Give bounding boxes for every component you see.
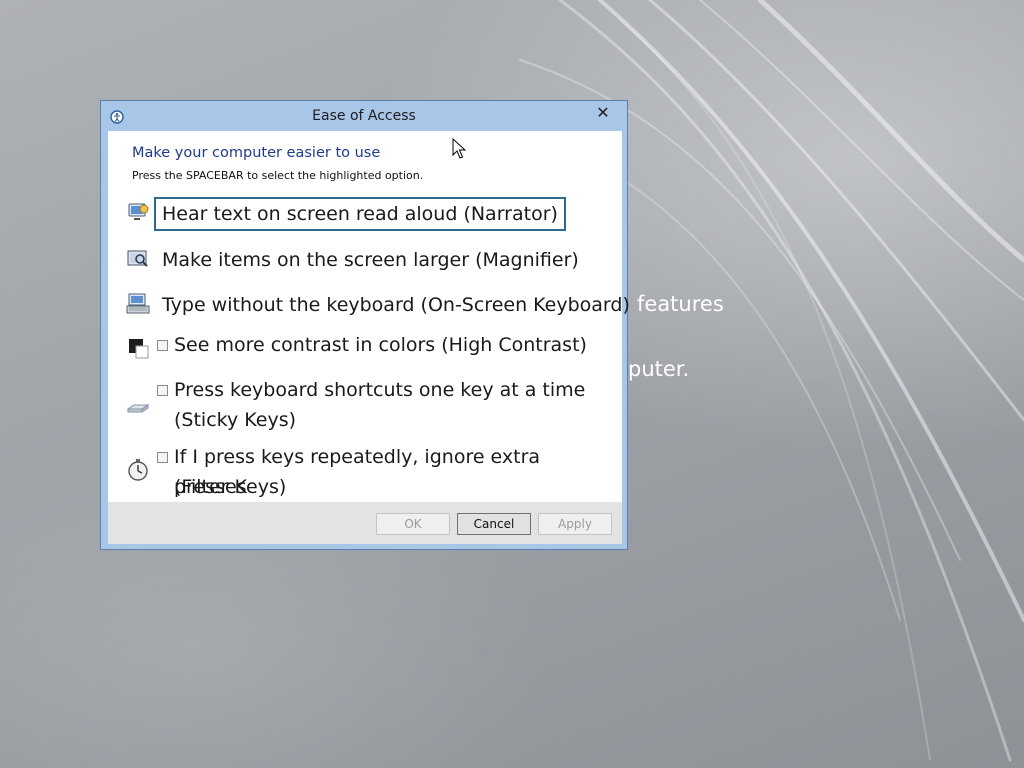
close-icon: ✕ xyxy=(596,103,610,122)
high-contrast-icon xyxy=(126,337,150,361)
stopwatch-icon xyxy=(126,458,150,482)
sticky-keys-checkbox[interactable] xyxy=(157,385,168,396)
dialog-hint: Press the SPACEBAR to select the highlig… xyxy=(132,169,424,182)
narrator-icon xyxy=(126,201,150,225)
mouse-cursor-icon xyxy=(452,138,466,159)
keyboard-icon xyxy=(126,292,150,316)
option-sticky-keys-label-line-1: Press keyboard shortcuts one key at a ti… xyxy=(174,379,586,401)
option-high-contrast[interactable]: See more contrast in colors (High Contra… xyxy=(126,330,616,360)
option-magnifier[interactable]: Make items on the screen larger (Magnifi… xyxy=(126,245,616,275)
background-text-line-2: puter. xyxy=(628,357,690,381)
title-bar[interactable]: Ease of Access ✕ xyxy=(101,101,627,131)
option-narrator-label: Hear text on screen read aloud (Narrator… xyxy=(154,197,566,231)
filter-keys-checkbox[interactable] xyxy=(157,452,168,463)
option-on-screen-keyboard[interactable]: Type without the keyboard (On-Screen Key… xyxy=(126,290,630,320)
option-narrator[interactable]: Hear text on screen read aloud (Narrator… xyxy=(126,197,616,231)
sticky-keys-icon xyxy=(126,393,150,417)
close-button[interactable]: ✕ xyxy=(593,103,613,123)
option-on-screen-keyboard-label: Type without the keyboard (On-Screen Key… xyxy=(162,294,630,316)
ease-of-access-dialog: Ease of Access ✕ Make your computer easi… xyxy=(100,100,630,550)
option-filter-keys-label-line-2: (Filter Keys) xyxy=(174,476,287,498)
dialog-title: Ease of Access xyxy=(312,108,416,124)
dialog-content: Make your computer easier to use Press t… xyxy=(108,131,630,544)
button-bar: OK Cancel Apply xyxy=(108,502,622,544)
option-sticky-keys[interactable]: Press keyboard shortcuts one key at a ti… xyxy=(126,375,616,435)
ok-button[interactable]: OK xyxy=(376,513,450,535)
high-contrast-checkbox[interactable] xyxy=(157,340,168,351)
option-high-contrast-label: See more contrast in colors (High Contra… xyxy=(174,334,587,356)
apply-button[interactable]: Apply xyxy=(538,513,612,535)
option-filter-keys[interactable]: If I press keys repeatedly, ignore extra… xyxy=(126,442,616,502)
dialog-heading: Make your computer easier to use xyxy=(132,145,381,161)
option-sticky-keys-label-line-2: (Sticky Keys) xyxy=(174,409,297,431)
background-text-line-1: features xyxy=(637,292,724,316)
option-magnifier-label: Make items on the screen larger (Magnifi… xyxy=(162,249,579,271)
cancel-button[interactable]: Cancel xyxy=(457,513,531,535)
magnifier-icon xyxy=(126,248,150,272)
